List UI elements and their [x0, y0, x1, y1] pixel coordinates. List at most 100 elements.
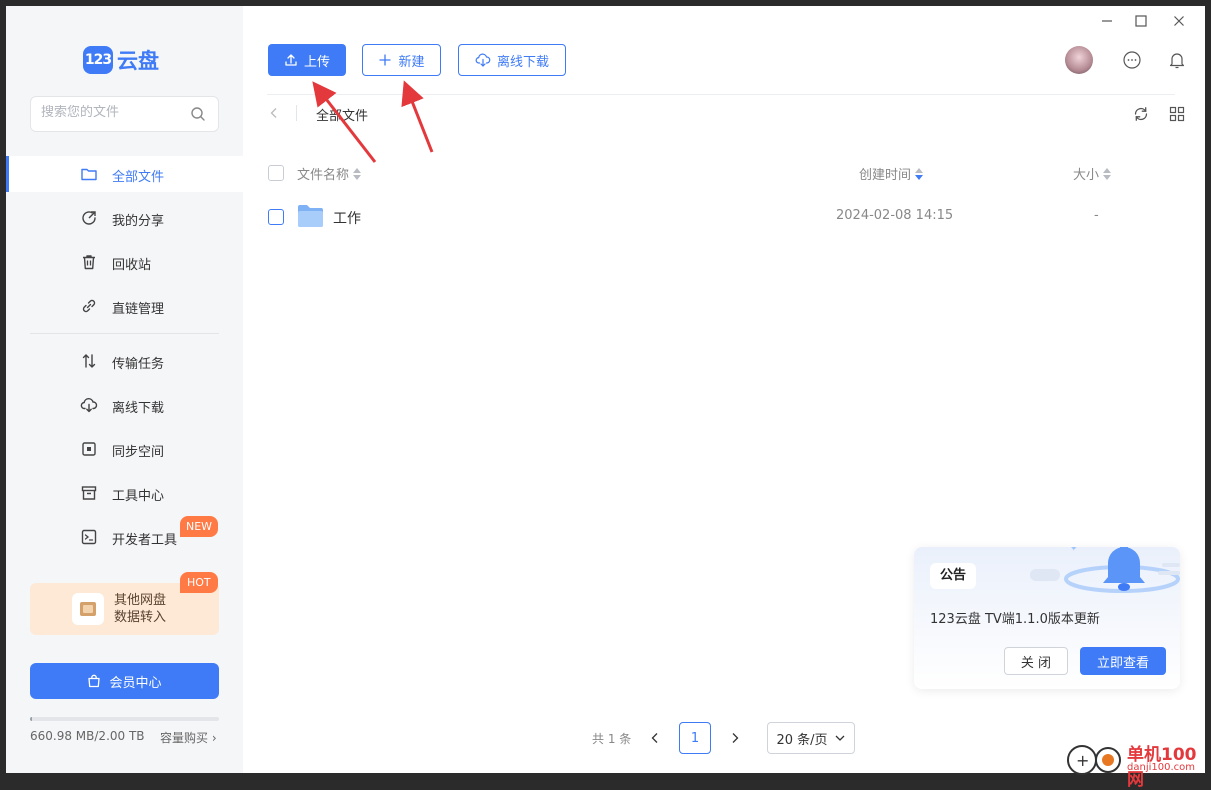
create-label: 新建 [398, 54, 425, 70]
shopping-bag-icon [88, 674, 101, 688]
offline-download-button[interactable]: 离线下载 [458, 44, 566, 76]
offline-download-label: 离线下载 [496, 54, 549, 70]
folder-icon [81, 168, 97, 181]
avatar[interactable] [1065, 46, 1093, 74]
announcement-view-button[interactable]: 立即查看 [1080, 647, 1166, 675]
share-icon [82, 211, 96, 225]
svg-text:+: + [1076, 751, 1089, 770]
column-header-name[interactable]: 文件名称 [297, 164, 362, 183]
sidebar-item-label: 回收站 [112, 258, 152, 273]
bell-icon[interactable] [1167, 50, 1187, 70]
transfer-in-line2: 数据转入 [114, 610, 167, 625]
toolbar-divider [267, 94, 1175, 95]
breadcrumb-separator [296, 105, 297, 121]
column-header-size-label: 大小 [1073, 168, 1100, 183]
search-box [30, 96, 219, 132]
sort-icon [353, 167, 362, 180]
page-number[interactable]: 1 [679, 722, 711, 754]
upload-label: 上传 [303, 54, 330, 70]
transfer-in-line1: 其他网盘 [114, 593, 167, 608]
transfer-in-text: 其他网盘 数据转入 [114, 592, 166, 626]
app-window: 123 云盘 全部文件 我的分享 回收站 直链管理 传输任务 [6, 6, 1205, 773]
new-badge: NEW [180, 516, 219, 537]
announcement-card: ✦ 公告 123云盘 TV端1.1.0版本更新 关 闭 立即查看 [914, 547, 1180, 689]
refresh-icon[interactable] [1132, 105, 1150, 123]
pagination-total: 共 1 条 [592, 732, 632, 746]
create-button[interactable]: 新建 [362, 44, 441, 76]
chevron-down-icon [835, 735, 844, 741]
cloud-download-icon [80, 398, 98, 413]
file-name[interactable]: 工作 [333, 208, 361, 228]
sort-desc-icon [915, 167, 924, 180]
column-header-created[interactable]: 创建时间 [859, 164, 924, 183]
column-header-name-label: 文件名称 [297, 168, 350, 183]
storage-bar [30, 717, 219, 721]
sidebar-item-label: 全部文件 [112, 170, 165, 185]
more-icon[interactable] [1122, 50, 1142, 70]
terminal-icon [81, 529, 97, 545]
capacity-purchase-link[interactable]: 容量购买 › [160, 729, 217, 746]
sidebar: 123 云盘 全部文件 我的分享 回收站 直链管理 传输任务 [6, 6, 243, 773]
app-logo: 123 云盘 [83, 45, 159, 75]
chevron-right-icon: › [211, 731, 217, 745]
sidebar-item-label: 离线下载 [112, 401, 165, 416]
vip-center-label: 会员中心 [109, 675, 162, 691]
sort-icon [1103, 167, 1112, 180]
announcement-close-button[interactable]: 关 闭 [1004, 647, 1068, 675]
row-checkbox[interactable] [268, 209, 284, 225]
close-icon[interactable] [1172, 14, 1186, 28]
maximize-icon[interactable] [1134, 14, 1148, 28]
transfer-in-icon [72, 593, 104, 625]
page-size-select[interactable]: 20 条/页 [767, 722, 855, 754]
vip-center-button[interactable]: 会员中心 [30, 663, 219, 699]
logo-mark: 123 [83, 46, 113, 74]
breadcrumb[interactable]: 全部文件 [316, 105, 368, 124]
file-created-time: 2024-02-08 14:15 [836, 208, 954, 223]
storage-usage: 660.98 MB/2.00 TB [30, 729, 145, 743]
sidebar-item-recycle-bin[interactable]: 回收站 [6, 244, 243, 280]
file-size: - [1094, 208, 1099, 223]
cloud-download-icon [475, 53, 491, 67]
sidebar-item-label: 传输任务 [112, 357, 165, 372]
sidebar-item-label: 我的分享 [112, 214, 165, 229]
sidebar-item-label: 直链管理 [112, 302, 165, 317]
svg-text:✦: ✦ [1070, 547, 1078, 554]
storage-bar-fill [30, 717, 32, 721]
page-size-value: 20 条/页 [776, 732, 828, 748]
announcement-tag: 公告 [930, 563, 977, 589]
minimize-icon[interactable] [1100, 14, 1114, 28]
sidebar-item-my-share[interactable]: 我的分享 [6, 200, 243, 236]
main-panel: 上传 新建 离线下载 全部文件 文件名称 创建时间 大小 工作 2024-02-… [243, 6, 1205, 773]
upload-icon [285, 54, 297, 66]
transfer-icon [82, 354, 96, 368]
search-icon[interactable] [190, 106, 206, 122]
column-header-size[interactable]: 大小 [1073, 164, 1112, 183]
sidebar-item-label: 工具中心 [112, 489, 165, 504]
sync-icon [82, 442, 96, 456]
sidebar-item-direct-link[interactable]: 直链管理 [6, 288, 243, 324]
link-icon [82, 299, 96, 313]
column-header-created-label: 创建时间 [859, 168, 912, 183]
trash-icon [83, 255, 95, 270]
prev-page-icon[interactable] [649, 732, 661, 744]
grid-view-icon[interactable] [1168, 105, 1186, 123]
sidebar-item-all-files[interactable]: 全部文件 [6, 156, 243, 192]
search-input[interactable] [41, 105, 181, 120]
folder-icon [298, 205, 323, 227]
sidebar-item-tool-center[interactable]: 工具中心 [6, 475, 243, 511]
sidebar-item-label: 开发者工具 [112, 533, 178, 548]
select-all-checkbox[interactable] [268, 165, 284, 181]
sidebar-item-label: 同步空间 [112, 445, 165, 460]
sidebar-divider [30, 333, 219, 334]
back-arrow-icon[interactable] [267, 106, 281, 120]
bell-illustration-icon: ✦ [1030, 547, 1180, 593]
next-page-icon[interactable] [729, 732, 741, 744]
toolbox-icon [81, 486, 97, 500]
upload-button[interactable]: 上传 [268, 44, 346, 76]
plus-icon [379, 54, 391, 66]
sidebar-item-offline-download[interactable]: 离线下载 [6, 387, 243, 423]
capacity-purchase-label: 容量购买 [160, 731, 209, 745]
sidebar-item-transfers[interactable]: 传输任务 [6, 343, 243, 379]
sidebar-item-sync-space[interactable]: 同步空间 [6, 431, 243, 467]
watermark-sub: danji100.com [1127, 762, 1195, 773]
